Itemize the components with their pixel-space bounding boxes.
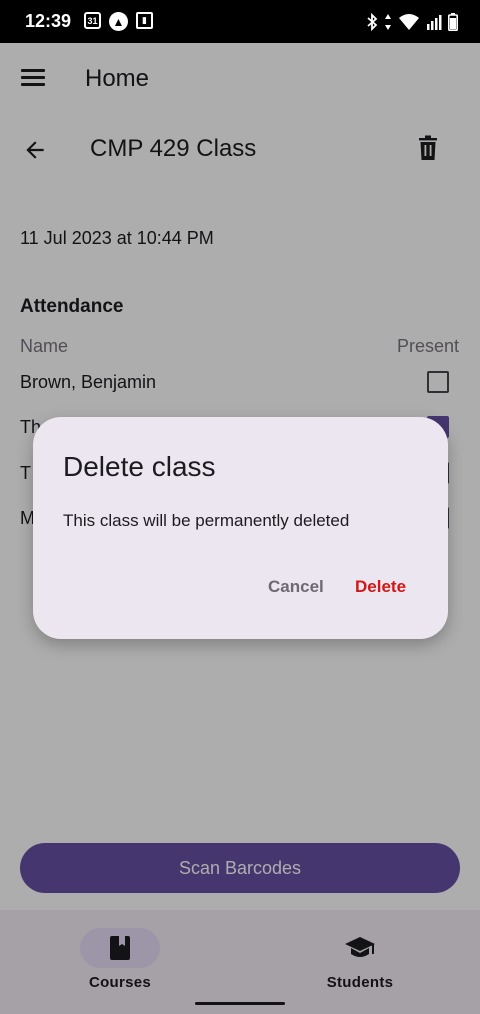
delete-class-dialog: Delete class This class will be permanen… bbox=[33, 417, 448, 639]
delete-button[interactable]: Delete bbox=[355, 577, 406, 597]
status-bar: 12:39 31 ▲ ▮ bbox=[0, 0, 480, 43]
status-time: 12:39 bbox=[25, 11, 72, 31]
cancel-button[interactable]: Cancel bbox=[268, 577, 324, 597]
calendar-icon: 31 bbox=[84, 12, 101, 29]
system-icons bbox=[366, 13, 458, 31]
media-icon: ▮ bbox=[136, 12, 153, 29]
battery-icon bbox=[448, 13, 458, 31]
dialog-message: This class will be permanently deleted bbox=[63, 511, 350, 530]
data-arrows-icon bbox=[385, 14, 391, 30]
dialog-title: Delete class bbox=[63, 451, 216, 482]
app-a-icon: ▲ bbox=[109, 12, 128, 31]
wifi-icon bbox=[399, 14, 419, 30]
notification-icons: 31 ▲ ▮ bbox=[84, 12, 153, 31]
signal-icon bbox=[427, 15, 442, 30]
bluetooth-icon bbox=[367, 13, 378, 31]
